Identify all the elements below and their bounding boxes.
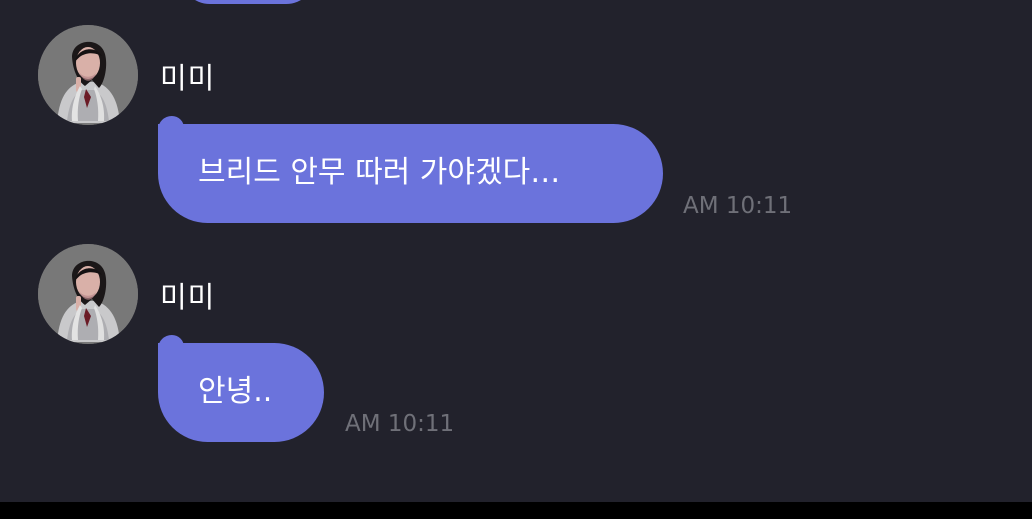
avatar-photo-icon <box>38 25 138 125</box>
previous-message-bubble-partial[interactable] <box>180 0 316 4</box>
message-bubble-container: 브리드 안무 따러 가야겠다… <box>158 116 663 223</box>
sender-name: 미미 <box>160 280 216 314</box>
avatar-photo-icon <box>38 244 138 344</box>
message-timestamp: AM 10:11 <box>345 411 455 437</box>
sender-name: 미미 <box>160 61 216 95</box>
sender-avatar[interactable] <box>38 244 138 344</box>
message-bubble[interactable]: 안녕.. <box>158 335 324 442</box>
message-bubble-container: 안녕.. <box>158 335 324 442</box>
message-timestamp: AM 10:11 <box>683 193 793 219</box>
bottom-navigation-bar <box>0 502 1032 519</box>
sender-avatar[interactable] <box>38 25 138 125</box>
message-bubble[interactable]: 브리드 안무 따러 가야겠다… <box>158 116 663 223</box>
chat-area[interactable]: 미미 브리드 안무 따러 가야겠다… AM 10:11 미미 안녕.. AM 1… <box>0 0 1032 502</box>
